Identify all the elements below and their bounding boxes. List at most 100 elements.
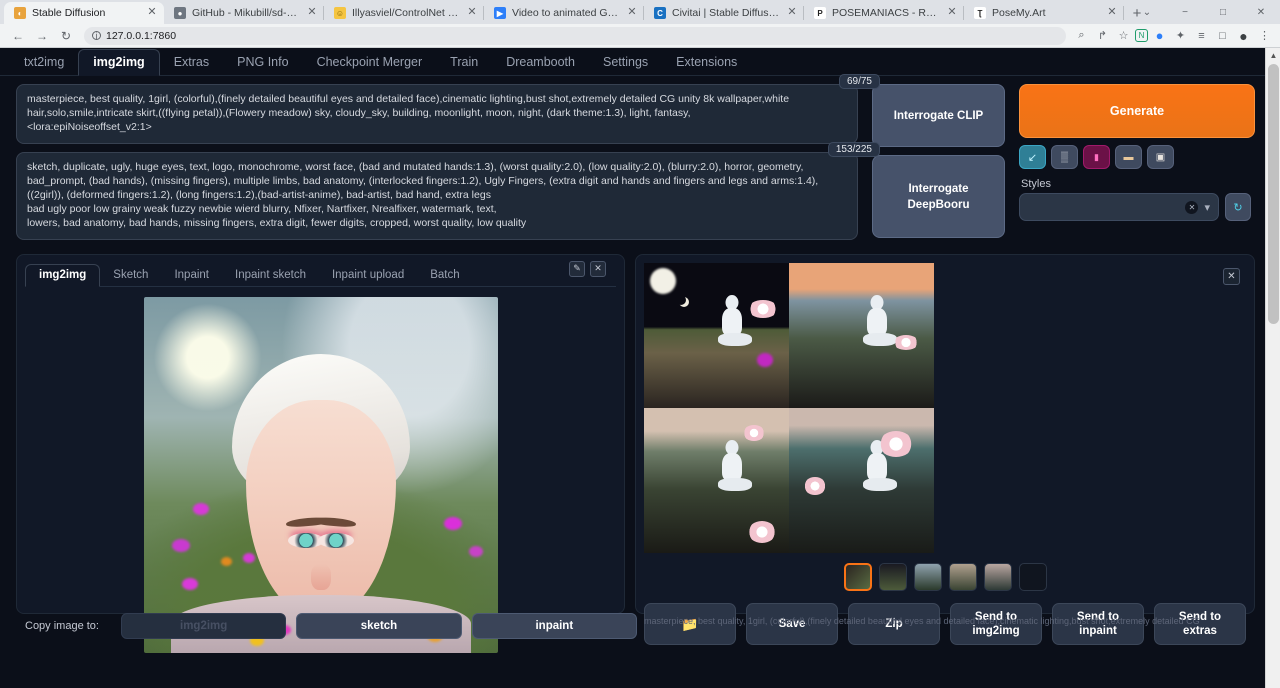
apply-styles-button[interactable]: ↻ xyxy=(1225,193,1251,221)
edit-pencil-icon[interactable]: ✎ xyxy=(569,261,585,277)
browser-tab-3[interactable]: ▶ Video to animated GIF converter ✕ xyxy=(484,2,644,24)
gallery-thumbnail-2[interactable] xyxy=(914,563,942,591)
face-shape xyxy=(246,400,396,618)
result-grid-image[interactable] xyxy=(644,263,934,553)
styles-dropdown[interactable]: ✕ ▾ xyxy=(1019,193,1219,221)
interrogate-clip-button[interactable]: Interrogate CLIP xyxy=(872,84,1005,147)
zoom-icon[interactable]: ⌕ xyxy=(1072,26,1091,45)
window-minimize-button[interactable]: − xyxy=(1166,0,1204,24)
gallery-thumbnail-5[interactable] xyxy=(1019,563,1047,591)
blue-extension-icon[interactable]: ● xyxy=(1150,26,1169,45)
browser-tab-6[interactable]: Ʈ PoseMy.Art ✕ xyxy=(964,2,1124,24)
generate-button[interactable]: Generate xyxy=(1019,84,1255,138)
window-chevron-icon[interactable]: ⌄ xyxy=(1128,0,1166,24)
source-image-container[interactable] xyxy=(144,297,498,653)
copy-to-inpaint-button[interactable]: inpaint xyxy=(472,613,637,639)
scroll-up-arrow-icon[interactable]: ▲ xyxy=(1266,48,1280,64)
gallery-thumbnail-0[interactable] xyxy=(844,563,872,591)
gallery-thumbnail-4[interactable] xyxy=(984,563,1012,591)
gallery-thumbnail-3[interactable] xyxy=(949,563,977,591)
window-maximize-button[interactable]: □ xyxy=(1204,0,1242,24)
notion-extension-icon[interactable]: N xyxy=(1135,29,1148,42)
tab-png-info[interactable]: PNG Info xyxy=(223,50,302,75)
reload-icon[interactable]: ↻ xyxy=(54,26,78,46)
tab-dreambooth[interactable]: Dreambooth xyxy=(492,50,589,75)
chevron-down-icon[interactable]: ▾ xyxy=(1204,201,1210,214)
side-panel-icon[interactable]: □ xyxy=(1213,26,1232,45)
clipboard-glyph: ▬ xyxy=(1124,152,1134,163)
window-close-button[interactable]: ✕ xyxy=(1242,0,1280,24)
prompt-row: masterpiece, best quality, 1girl, (color… xyxy=(16,84,858,144)
tab-extensions[interactable]: Extensions xyxy=(662,50,751,75)
img2img-panel: img2img Sketch Inpaint Inpaint sketch In… xyxy=(16,254,625,614)
tab-close-icon[interactable]: ✕ xyxy=(946,7,958,19)
browser-tab-4[interactable]: C Civitai | Stable Diffusion models ✕ xyxy=(644,2,804,24)
prompt-tool-buttons: ↙ ▒ ▮ ▬ ▣ xyxy=(1019,145,1255,169)
tab-close-icon[interactable]: ✕ xyxy=(786,7,798,19)
subtab-batch[interactable]: Batch xyxy=(417,265,472,286)
tab-close-icon[interactable]: ✕ xyxy=(306,7,318,19)
page-scrollbar[interactable]: ▲ xyxy=(1265,48,1280,688)
copy-to-img2img-button[interactable]: img2img xyxy=(121,613,286,639)
tab-settings[interactable]: Settings xyxy=(589,50,662,75)
tab-close-icon[interactable]: ✕ xyxy=(146,7,158,19)
tab-title: GitHub - Mikubill/sd-webui-co xyxy=(192,7,300,19)
negative-prompt-line2: bad ugly poor low grainy weak fuzzy newb… xyxy=(27,203,497,215)
gallery-thumbnail-1[interactable] xyxy=(879,563,907,591)
trash-icon[interactable]: ▒ xyxy=(1051,145,1078,169)
clear-styles-icon[interactable]: ✕ xyxy=(1185,201,1198,214)
address-bar[interactable]: i 127.0.0.1:7860 xyxy=(84,27,1066,45)
extensions-puzzle-icon[interactable]: ✦ xyxy=(1171,26,1190,45)
browser-tab-2[interactable]: ☺ Illyasviel/ControlNet at main ✕ xyxy=(324,2,484,24)
interrogate-deepbooru-button[interactable]: Interrogate DeepBooru xyxy=(872,155,1005,238)
browser-tab-5[interactable]: P POSEMANIACS - Royalty free 3 ✕ xyxy=(804,2,964,24)
save-style-icon[interactable]: ▣ xyxy=(1147,145,1174,169)
profile-avatar-icon[interactable]: ● xyxy=(1234,26,1253,45)
negative-prompt-line3: lowers, bad anatomy, bad hands, missing … xyxy=(27,217,526,229)
back-arrow-icon[interactable]: ← xyxy=(6,26,30,46)
subtab-inpaint-sketch[interactable]: Inpaint sketch xyxy=(222,265,319,286)
gallery-preview[interactable]: ✕ xyxy=(644,263,1248,553)
bookmark-star-icon[interactable]: ☆ xyxy=(1114,26,1133,45)
tab-close-icon[interactable]: ✕ xyxy=(1106,7,1118,19)
restore-progress-icon[interactable]: ▮ xyxy=(1083,145,1110,169)
grid-cell-1 xyxy=(644,263,789,408)
copy-to-sketch-button[interactable]: sketch xyxy=(296,613,461,639)
tab-title: PoseMy.Art xyxy=(992,7,1100,19)
subtab-inpaint[interactable]: Inpaint xyxy=(161,265,222,286)
site-info-icon[interactable]: i xyxy=(92,31,101,40)
browser-tab-1[interactable]: ● GitHub - Mikubill/sd-webui-co ✕ xyxy=(164,2,324,24)
negative-prompt-textarea[interactable]: sketch, duplicate, ugly, huge eyes, text… xyxy=(16,152,858,240)
share-icon[interactable]: ↱ xyxy=(1093,26,1112,45)
remove-image-icon[interactable]: ✕ xyxy=(590,261,606,277)
negative-prompt-line1: sketch, duplicate, ugly, huge eyes, text… xyxy=(27,161,818,201)
tab-extras[interactable]: Extras xyxy=(160,50,223,75)
forward-arrow-icon[interactable]: → xyxy=(30,26,54,46)
prompt-token-counter: 69/75 xyxy=(839,74,880,89)
tab-train[interactable]: Train xyxy=(436,50,492,75)
chrome-menu-icon[interactable]: ⋮ xyxy=(1255,26,1274,45)
generation-info-text: masterpiece, best quality, 1girl, (color… xyxy=(644,616,1248,627)
paste-arrow-glyph: ↙ xyxy=(1028,151,1037,164)
window-controls: ⌄ − □ ✕ xyxy=(1128,0,1280,24)
tab-close-icon[interactable]: ✕ xyxy=(466,7,478,19)
tab-checkpoint-merger[interactable]: Checkpoint Merger xyxy=(303,50,437,75)
subtab-sketch[interactable]: Sketch xyxy=(100,265,161,286)
styles-label: Styles xyxy=(1021,178,1255,190)
tab-favicon: ☺ xyxy=(334,7,346,19)
grid-cell-3 xyxy=(644,408,789,553)
tab-close-icon[interactable]: ✕ xyxy=(626,7,638,19)
styles-row: ✕ ▾ ↻ xyxy=(1019,193,1255,221)
scrollbar-thumb[interactable] xyxy=(1268,64,1279,324)
browser-tab-0[interactable]: ◐ Stable Diffusion ✕ xyxy=(4,2,164,24)
subtab-img2img[interactable]: img2img xyxy=(25,264,100,287)
tab-img2img[interactable]: img2img xyxy=(78,49,159,76)
clipboard-icon[interactable]: ▬ xyxy=(1115,145,1142,169)
prompt-textarea[interactable]: masterpiece, best quality, 1girl, (color… xyxy=(16,84,858,144)
source-image[interactable] xyxy=(144,297,498,653)
paste-arrow-icon[interactable]: ↙ xyxy=(1019,145,1046,169)
subtab-inpaint-upload[interactable]: Inpaint upload xyxy=(319,265,417,286)
close-gallery-icon[interactable]: ✕ xyxy=(1223,268,1240,285)
reading-list-icon[interactable]: ≡ xyxy=(1192,26,1211,45)
tab-txt2img[interactable]: txt2img xyxy=(10,50,78,75)
